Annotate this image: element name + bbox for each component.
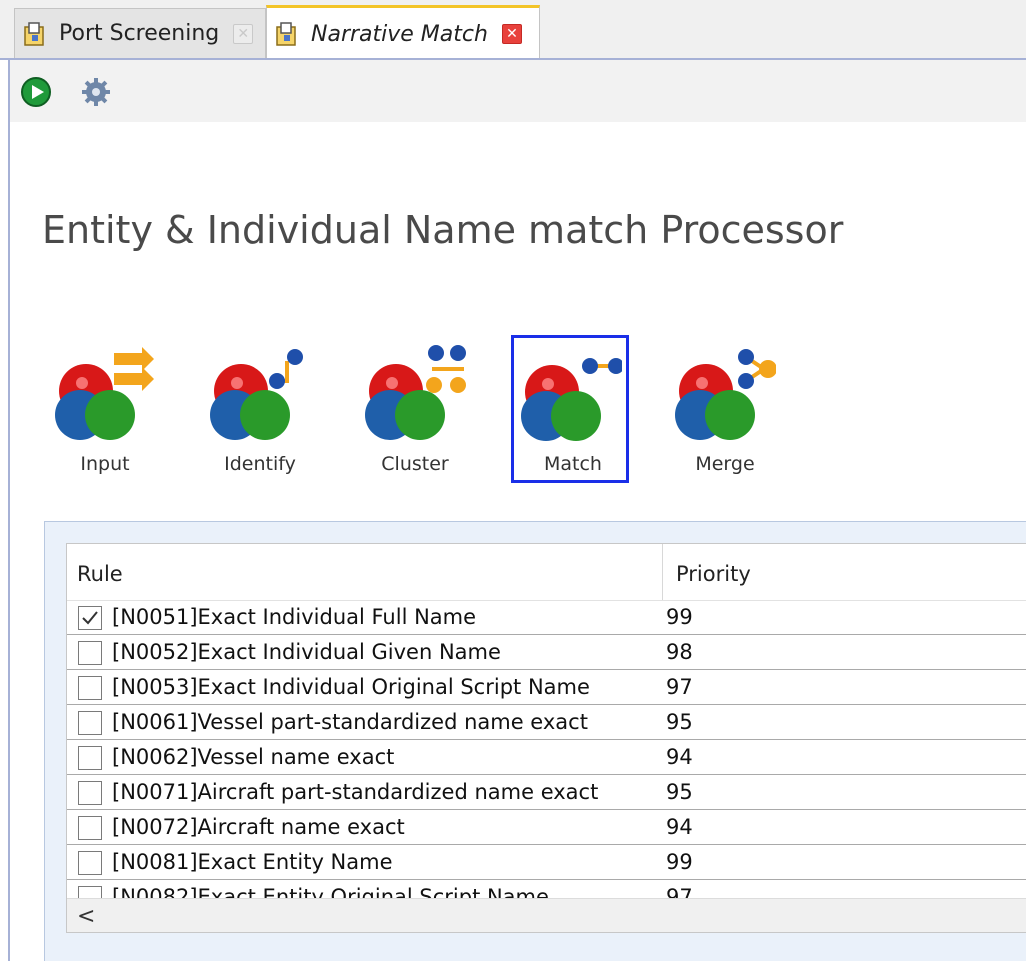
rule-priority: 97 — [666, 675, 693, 699]
rule-priority: 97 — [666, 885, 693, 898]
step-cluster[interactable]: Cluster — [356, 335, 474, 483]
workflow-icon — [276, 22, 296, 46]
step-label: Cluster — [381, 453, 449, 475]
table-row[interactable]: [N0082]Exact Entity Original Script Name… — [67, 880, 1026, 898]
rule-checkbox[interactable] — [78, 816, 102, 840]
rule-priority: 95 — [666, 710, 693, 734]
column-header-priority[interactable]: Priority — [664, 544, 1026, 600]
close-icon[interactable]: ✕ — [501, 24, 522, 44]
step-label: Identify — [224, 453, 296, 475]
step-input[interactable]: Input — [46, 335, 164, 483]
gear-icon[interactable] — [80, 76, 112, 108]
rule-checkbox[interactable] — [78, 676, 102, 700]
rule-priority: 95 — [666, 780, 693, 804]
step-match[interactable]: Match — [511, 335, 629, 483]
rule-checkbox[interactable] — [78, 886, 102, 898]
close-icon[interactable]: ✕ — [233, 23, 254, 44]
rule-name: [N0071]Aircraft part-standardized name e… — [112, 780, 599, 804]
rule-priority: 99 — [666, 605, 693, 629]
step-label: Match — [544, 453, 602, 475]
rule-name: [N0052]Exact Individual Given Name — [112, 640, 501, 664]
table-row[interactable]: [N0062]Vessel name exact 94 — [67, 740, 1026, 775]
tab-label: Port Screening — [59, 21, 220, 46]
rule-priority: 94 — [666, 745, 693, 769]
match-step-icon — [521, 358, 622, 441]
page-title: Entity & Individual Name match Processor — [42, 208, 844, 252]
rule-name: [N0062]Vessel name exact — [112, 745, 395, 769]
table-row[interactable]: [N0072]Aircraft name exact 94 — [67, 810, 1026, 845]
table-row[interactable]: [N0051]Exact Individual Full Name 99 — [67, 600, 1026, 635]
step-label: Input — [80, 453, 130, 475]
scroll-left-arrow-icon[interactable]: < — [77, 905, 95, 929]
rule-checkbox[interactable] — [78, 781, 102, 805]
column-header-rule[interactable]: Rule — [67, 544, 663, 600]
identify-step-icon — [210, 349, 303, 440]
table-row[interactable]: [N0071]Aircraft part-standardized name e… — [67, 775, 1026, 810]
tab-port-screening[interactable]: Port Screening ✕ — [14, 8, 266, 58]
rule-priority: 98 — [666, 640, 693, 664]
play-icon[interactable] — [20, 76, 52, 108]
rule-checkbox[interactable] — [78, 641, 102, 665]
table-header: Rule Priority — [67, 544, 1026, 601]
checkmark-icon — [82, 611, 98, 625]
step-label: Merge — [695, 453, 755, 475]
tab-strip: Port Screening ✕ Narrative Match ✕ — [0, 0, 1026, 60]
table-row[interactable]: [N0061]Vessel part-standardized name exa… — [67, 705, 1026, 740]
content-border — [8, 60, 10, 961]
rule-name: [N0082]Exact Entity Original Script Name — [112, 885, 549, 898]
table-row[interactable]: [N0081]Exact Entity Name 99 — [67, 845, 1026, 880]
rule-priority: 99 — [666, 850, 693, 874]
step-merge[interactable]: Merge — [666, 335, 784, 483]
tab-label: Narrative Match — [311, 21, 488, 47]
rule-name: [N0072]Aircraft name exact — [112, 815, 405, 839]
table-row[interactable]: [N0053]Exact Individual Original Script … — [67, 670, 1026, 705]
rule-name: [N0051]Exact Individual Full Name — [112, 605, 477, 629]
cluster-step-icon — [365, 345, 466, 440]
rule-checkbox[interactable] — [78, 606, 102, 630]
table-body: [N0051]Exact Individual Full Name 99 [N005… — [67, 600, 1026, 898]
toolbar — [10, 60, 1026, 122]
step-identify[interactable]: Identify — [201, 335, 319, 483]
input-step-icon — [55, 347, 154, 440]
horizontal-scrollbar[interactable]: < — [67, 898, 1026, 932]
rule-checkbox[interactable] — [78, 851, 102, 875]
rule-checkbox[interactable] — [78, 711, 102, 735]
merge-step-icon — [675, 349, 776, 440]
rule-name: [N0061]Vessel part-standardized name exa… — [112, 710, 588, 734]
workflow-icon — [24, 21, 44, 46]
table-row[interactable]: [N0052]Exact Individual Given Name 98 — [67, 635, 1026, 670]
tab-narrative-match[interactable]: Narrative Match ✕ — [266, 5, 540, 60]
rule-checkbox[interactable] — [78, 746, 102, 770]
rule-priority: 94 — [666, 815, 693, 839]
rule-name: [N0053]Exact Individual Original Script … — [112, 675, 590, 699]
rules-table: Rule Priority [N0051]Exact Individual Fu… — [66, 543, 1026, 933]
rule-name: [N0081]Exact Entity Name — [112, 850, 393, 874]
